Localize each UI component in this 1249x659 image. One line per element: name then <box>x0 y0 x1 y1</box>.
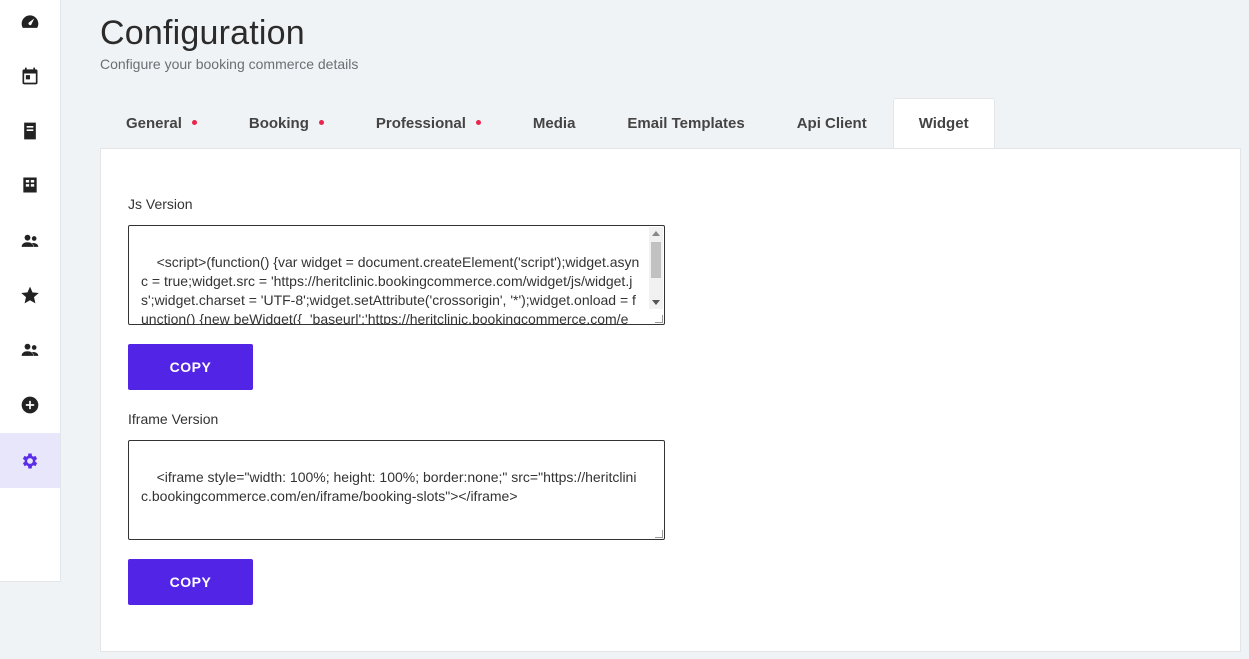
alert-dot-icon <box>191 120 197 125</box>
gear-icon <box>22 453 38 468</box>
page-title: Configuration <box>100 14 305 52</box>
tab-label: Professional <box>375 114 466 132</box>
textarea-scrollbar[interactable] <box>649 227 663 309</box>
js-version-label: Js Version <box>128 196 193 212</box>
sidebar-item-grid[interactable] <box>0 157 60 212</box>
dashboard-icon <box>21 14 39 28</box>
sidebar-item-documents[interactable] <box>0 103 60 158</box>
sidebar-item-calendar[interactable] <box>0 48 60 103</box>
iframe-code-textarea[interactable]: <iframe style="width: 100%; height: 100%… <box>128 440 665 540</box>
resize-handle-icon[interactable] <box>655 315 663 323</box>
iframe-version-label: Iframe Version <box>128 411 219 427</box>
users-icon <box>21 234 39 247</box>
group-icon <box>21 343 39 356</box>
page-subtitle: Configure your booking commerce details <box>100 56 359 72</box>
scroll-down-icon[interactable] <box>652 300 660 305</box>
sidebar-item-settings[interactable] <box>0 433 60 488</box>
scroll-thumb[interactable] <box>651 242 661 278</box>
document-icon <box>24 122 36 139</box>
tab-professional[interactable]: Professional <box>350 98 507 148</box>
tab-label: General <box>126 114 182 132</box>
tab-widget[interactable]: Widget <box>892 98 995 148</box>
iframe-code-text: <iframe style="width: 100%; height: 100%… <box>141 469 637 504</box>
resize-handle-icon[interactable] <box>655 530 663 538</box>
tab-label: Email Templates <box>627 114 745 132</box>
js-code-text: <script>(function() {var widget = docume… <box>141 254 640 325</box>
widget-panel: Js Version <script>(function() {var widg… <box>100 148 1241 652</box>
sidebar-item-add[interactable] <box>0 377 60 432</box>
tab-api-client[interactable]: Api Client <box>771 98 893 148</box>
sidebar-item-dashboard[interactable] <box>0 0 60 49</box>
calendar-icon <box>22 67 38 84</box>
tab-general[interactable]: General <box>100 98 223 148</box>
plus-circle-icon <box>21 396 39 413</box>
tab-bar: General Booking Professional Media Email… <box>100 98 995 148</box>
sidebar-item-users[interactable] <box>0 213 60 268</box>
js-code-textarea[interactable]: <script>(function() {var widget = docume… <box>128 225 665 325</box>
star-icon <box>21 286 39 303</box>
scroll-up-icon[interactable] <box>652 231 660 236</box>
sidebar <box>0 0 61 582</box>
tab-booking[interactable]: Booking <box>223 98 350 148</box>
alert-dot-icon <box>475 120 481 125</box>
sidebar-item-group[interactable] <box>0 322 60 377</box>
grid-icon <box>23 177 37 192</box>
sidebar-item-reviews[interactable] <box>0 267 60 322</box>
copy-iframe-button[interactable]: COPY <box>128 559 253 605</box>
tab-email-templates[interactable]: Email Templates <box>601 98 770 148</box>
tab-label: Widget <box>918 115 969 132</box>
tab-label: Api Client <box>796 114 867 132</box>
alert-dot-icon <box>318 120 324 125</box>
tab-media[interactable]: Media <box>507 98 602 148</box>
tab-label: Media <box>532 114 576 132</box>
tab-label: Booking <box>248 114 309 132</box>
copy-js-button[interactable]: COPY <box>128 344 253 390</box>
